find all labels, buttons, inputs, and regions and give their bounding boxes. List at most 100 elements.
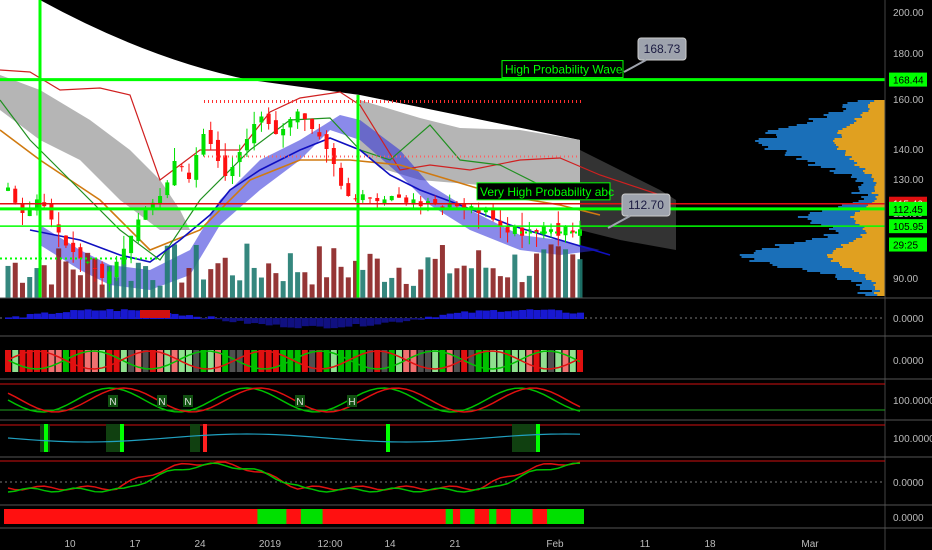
volume-profile-bar	[845, 152, 885, 154]
signal-strip-cell	[76, 509, 85, 524]
volume-profile-bar	[807, 270, 854, 272]
volume-profile-bar	[754, 258, 833, 260]
volume-profile-bar	[865, 276, 885, 278]
volume-profile-bar	[761, 248, 836, 250]
macd-bar	[258, 318, 266, 325]
volume-profile-bar	[846, 108, 870, 110]
volume-bar	[251, 267, 257, 298]
rsi-spike	[120, 424, 124, 452]
volume-bar	[27, 277, 33, 298]
volume-profile-bar	[866, 232, 885, 234]
volume-profile-bar	[837, 278, 866, 280]
volume-bar	[570, 254, 576, 298]
volume-profile-bar	[823, 234, 861, 236]
volume-profile-bar	[841, 266, 885, 268]
volume-profile-bar	[857, 162, 885, 164]
candle-body	[389, 196, 394, 201]
signal-strip-cell	[380, 509, 389, 524]
volume-profile-bar	[857, 292, 875, 294]
volume-profile-bar	[865, 168, 885, 170]
signal-strip-cell	[32, 509, 41, 524]
volume-profile-bar	[850, 176, 872, 178]
volume-bar	[157, 285, 163, 298]
macd-bar	[265, 318, 273, 326]
volume-profile-bar	[796, 158, 850, 160]
signal-strip-cell	[185, 509, 194, 524]
macd-bar	[475, 310, 483, 319]
volume-bar	[476, 250, 482, 298]
volume-profile-bar	[854, 218, 885, 220]
volume-profile-bar	[833, 140, 885, 142]
trading-chart[interactable]: High Probability Wave Very High Probabili…	[0, 0, 932, 550]
macd-bar	[77, 310, 85, 319]
volume-profile-bar	[827, 236, 863, 238]
volume-profile-bar	[807, 218, 855, 220]
volume-profile-bar	[835, 274, 866, 276]
signal-strip-cell	[474, 509, 483, 524]
signal-strip-cell	[25, 509, 34, 524]
time-axis-label: 14	[384, 539, 396, 550]
signal-strip-cell	[467, 509, 476, 524]
volume-profile-bar	[842, 246, 885, 248]
volume-profile-bar	[855, 220, 885, 222]
volume-profile-bar	[838, 130, 885, 132]
candle-body	[563, 226, 568, 236]
signal-strip-cell	[416, 509, 425, 524]
volume-profile-bar	[868, 110, 885, 112]
volume-bar	[563, 249, 569, 298]
volume-bar	[302, 272, 308, 298]
price-tag-label: 168.44	[893, 76, 924, 87]
volume-profile-bar	[776, 134, 842, 136]
macd-bar	[193, 316, 201, 319]
macd-bar	[120, 309, 128, 319]
volume-profile-bar	[784, 154, 845, 156]
signal-strip-cell	[358, 509, 367, 524]
macd-bar	[301, 318, 309, 327]
candle-body	[346, 183, 351, 196]
volume-profile-bar	[848, 242, 885, 244]
volume-profile-bar	[857, 100, 875, 102]
macd-bar	[84, 309, 92, 319]
volume-bar	[266, 263, 272, 298]
volume-bar	[19, 282, 25, 298]
macd-bar	[222, 318, 230, 322]
volume-profile-bar	[862, 170, 885, 172]
volume-profile-bar	[851, 268, 885, 270]
volume-profile-bar	[842, 106, 868, 108]
volume-profile-bar	[875, 184, 885, 186]
annotation-label: Very High Probability abc	[480, 185, 614, 199]
volume-profile-bar	[862, 236, 885, 238]
signal-strip-cell	[206, 509, 215, 524]
volume-profile-bar	[832, 252, 885, 254]
volume-profile-bar	[801, 156, 852, 158]
macd-bar	[70, 310, 78, 319]
macd-bar	[511, 310, 519, 319]
macd-bar	[446, 313, 454, 319]
signal-strip-cell	[481, 509, 490, 524]
candle-body	[92, 267, 97, 269]
candle-body	[281, 129, 286, 136]
volume-profile-bar	[778, 128, 843, 130]
heat-cell	[222, 350, 229, 372]
volume-profile-bar	[854, 160, 885, 162]
candle-body	[527, 229, 532, 231]
time-axis-label: 24	[194, 539, 206, 550]
macd-bar	[468, 312, 476, 319]
macd-bar	[19, 317, 27, 319]
volume-profile-bar	[827, 256, 885, 258]
signal-strip-cell	[315, 509, 324, 524]
candle-body	[295, 111, 300, 123]
volume-bar	[135, 262, 141, 298]
signal-strip-cell	[156, 509, 165, 524]
volume-profile-bar	[829, 170, 863, 172]
signal-strip-cell	[69, 509, 78, 524]
macd-bar	[410, 318, 418, 320]
volume-profile-bar	[874, 188, 885, 190]
volume-profile-bar	[873, 284, 885, 286]
volume-profile-bar	[774, 244, 841, 246]
macd-bar	[403, 318, 411, 322]
volume-bar	[345, 277, 351, 298]
volume-bar	[244, 243, 250, 298]
heat-cell	[70, 350, 77, 372]
volume-profile-bar	[776, 136, 842, 138]
